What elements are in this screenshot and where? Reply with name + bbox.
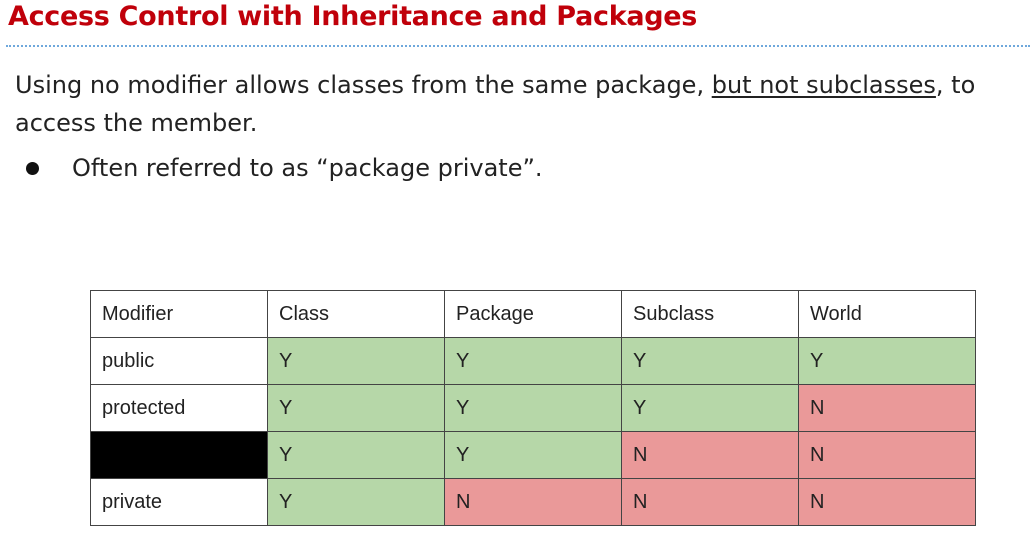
redacted-modifier-cell [90,431,268,479]
body-paragraph: Using no modifier allows classes from th… [15,66,1020,142]
bullet-dot-icon [26,161,39,175]
bullet-text: Often referred to as “package private”. [72,154,543,182]
paragraph-text-start: Using no modifier allows classes from th… [15,71,712,99]
header-world: World [798,290,976,338]
bullet-item: Often referred to as “package private”. [26,150,543,186]
modifier-cell: private [90,478,268,526]
access-cell: N [798,431,976,479]
access-cell: Y [267,337,445,385]
slide-title: Access Control with Inheritance and Pack… [8,1,698,32]
access-table: Modifier Class Package Subclass World pu… [90,290,976,526]
access-cell: N [798,478,976,526]
paragraph-underlined-text: but not subclasses [711,71,936,99]
header-modifier: Modifier [90,290,268,338]
header-class: Class [267,290,445,338]
table-header-row: Modifier Class Package Subclass World [90,290,976,338]
access-cell: Y [621,337,799,385]
table-row: Y Y N N [90,431,976,479]
access-cell: Y [444,337,622,385]
access-cell: N [798,384,976,432]
access-cell: Y [621,384,799,432]
access-cell: N [444,478,622,526]
access-cell: Y [267,384,445,432]
access-cell: Y [444,431,622,479]
header-package: Package [444,290,622,338]
header-subclass: Subclass [621,290,799,338]
table-row: protected Y Y Y N [90,384,976,432]
modifier-cell: public [90,337,268,385]
access-cell: Y [444,384,622,432]
access-cell: N [621,431,799,479]
modifier-cell: protected [90,384,268,432]
access-cell: Y [267,478,445,526]
table-row: public Y Y Y Y [90,337,976,385]
table-row: private Y N N N [90,478,976,526]
access-cell: Y [267,431,445,479]
access-cell: N [621,478,799,526]
title-divider [6,45,1030,47]
access-cell: Y [798,337,976,385]
